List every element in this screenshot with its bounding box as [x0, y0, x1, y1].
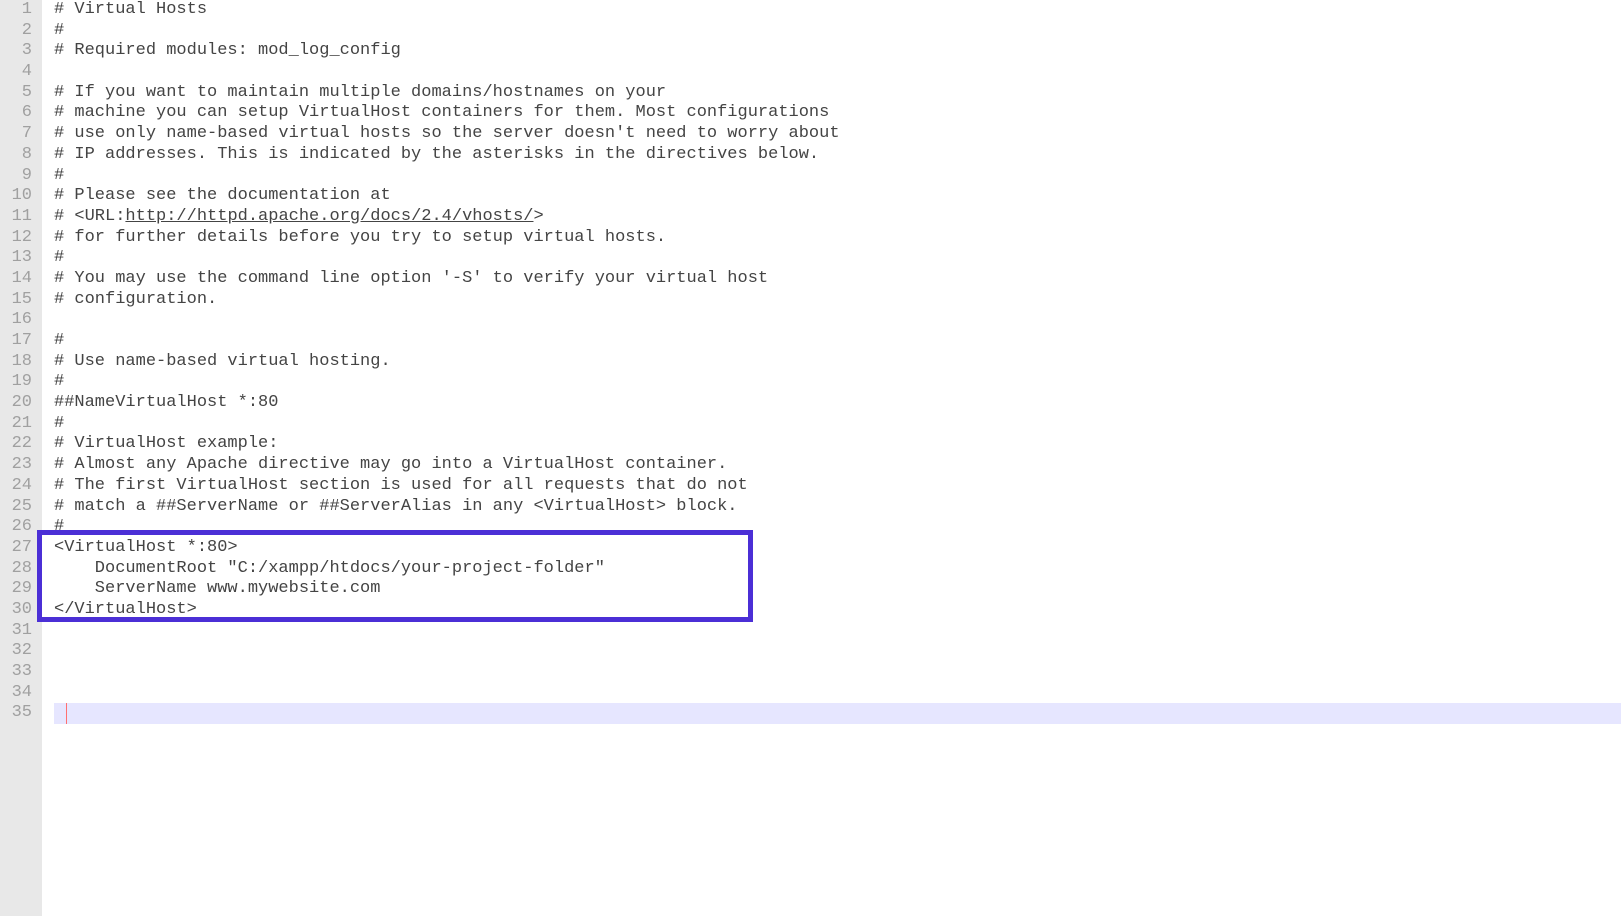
code-line[interactable]: # — [54, 248, 1621, 269]
line-number: 33 — [6, 662, 32, 683]
line-number: 13 — [6, 248, 32, 269]
code-line[interactable] — [54, 621, 1621, 642]
code-text: > — [534, 207, 544, 226]
line-number: 6 — [6, 103, 32, 124]
line-number: 27 — [6, 538, 32, 559]
code-line[interactable]: # — [54, 166, 1621, 187]
code-line[interactable] — [54, 310, 1621, 331]
line-number: 32 — [6, 641, 32, 662]
line-number: 11 — [6, 207, 32, 228]
line-number: 34 — [6, 683, 32, 704]
code-line[interactable]: ##NameVirtualHost *:80 — [54, 393, 1621, 414]
line-number: 28 — [6, 559, 32, 580]
line-number: 4 — [6, 62, 32, 83]
line-number: 14 — [6, 269, 32, 290]
code-line[interactable]: # match a ##ServerName or ##ServerAlias … — [54, 497, 1621, 518]
line-number: 24 — [6, 476, 32, 497]
line-number: 25 — [6, 497, 32, 518]
line-number: 15 — [6, 290, 32, 311]
code-text: # <URL: — [54, 207, 125, 226]
line-number: 29 — [6, 579, 32, 600]
line-number: 9 — [6, 166, 32, 187]
line-number: 7 — [6, 124, 32, 145]
code-line[interactable]: # for further details before you try to … — [54, 228, 1621, 249]
code-line[interactable]: # — [54, 21, 1621, 42]
text-caret — [66, 703, 67, 724]
code-line[interactable] — [54, 62, 1621, 83]
code-line[interactable]: # use only name-based virtual hosts so t… — [54, 124, 1621, 145]
code-line[interactable]: <VirtualHost *:80> — [54, 538, 1621, 559]
line-number: 26 — [6, 517, 32, 538]
line-number: 1 — [6, 0, 32, 21]
code-line[interactable] — [54, 683, 1621, 704]
code-line[interactable] — [54, 641, 1621, 662]
line-number: 19 — [6, 372, 32, 393]
line-number: 8 — [6, 145, 32, 166]
line-number: 16 — [6, 310, 32, 331]
code-line[interactable]: </VirtualHost> — [54, 600, 1621, 621]
line-number: 2 — [6, 21, 32, 42]
line-number: 18 — [6, 352, 32, 373]
code-line[interactable]: DocumentRoot "C:/xampp/htdocs/your-proje… — [54, 559, 1621, 580]
code-line[interactable]: # The first VirtualHost section is used … — [54, 476, 1621, 497]
line-number: 22 — [6, 434, 32, 455]
line-number: 17 — [6, 331, 32, 352]
line-number: 3 — [6, 41, 32, 62]
url-link[interactable]: http://httpd.apache.org/docs/2.4/vhosts/ — [125, 207, 533, 226]
line-number: 31 — [6, 621, 32, 642]
code-line[interactable]: # Please see the documentation at — [54, 186, 1621, 207]
code-line[interactable]: ServerName www.mywebsite.com — [54, 579, 1621, 600]
code-line[interactable]: # machine you can setup VirtualHost cont… — [54, 103, 1621, 124]
code-editor[interactable]: # Virtual Hosts## Required modules: mod_… — [42, 0, 1621, 916]
code-line[interactable]: # Virtual Hosts — [54, 0, 1621, 21]
line-number: 10 — [6, 186, 32, 207]
line-number: 21 — [6, 414, 32, 435]
line-number: 12 — [6, 228, 32, 249]
code-line[interactable]: # — [54, 517, 1621, 538]
code-line[interactable]: # VirtualHost example: — [54, 434, 1621, 455]
code-line[interactable]: # configuration. — [54, 290, 1621, 311]
line-number: 20 — [6, 393, 32, 414]
line-number: 35 — [6, 703, 32, 724]
code-line[interactable] — [54, 662, 1621, 683]
code-line[interactable]: # — [54, 331, 1621, 352]
code-line[interactable]: # — [54, 414, 1621, 435]
code-line[interactable] — [54, 703, 1621, 724]
code-line[interactable]: # IP addresses. This is indicated by the… — [54, 145, 1621, 166]
code-line[interactable]: # Almost any Apache directive may go int… — [54, 455, 1621, 476]
code-line[interactable]: # — [54, 372, 1621, 393]
line-number: 5 — [6, 83, 32, 104]
line-number: 30 — [6, 600, 32, 621]
line-number: 23 — [6, 455, 32, 476]
code-line[interactable]: # Use name-based virtual hosting. — [54, 352, 1621, 373]
code-line[interactable]: # If you want to maintain multiple domai… — [54, 83, 1621, 104]
code-line[interactable]: # You may use the command line option '-… — [54, 269, 1621, 290]
code-line[interactable]: # Required modules: mod_log_config — [54, 41, 1621, 62]
code-line[interactable]: # <URL:http://httpd.apache.org/docs/2.4/… — [54, 207, 1621, 228]
line-number-gutter: 1234567891011121314151617181920212223242… — [0, 0, 42, 916]
